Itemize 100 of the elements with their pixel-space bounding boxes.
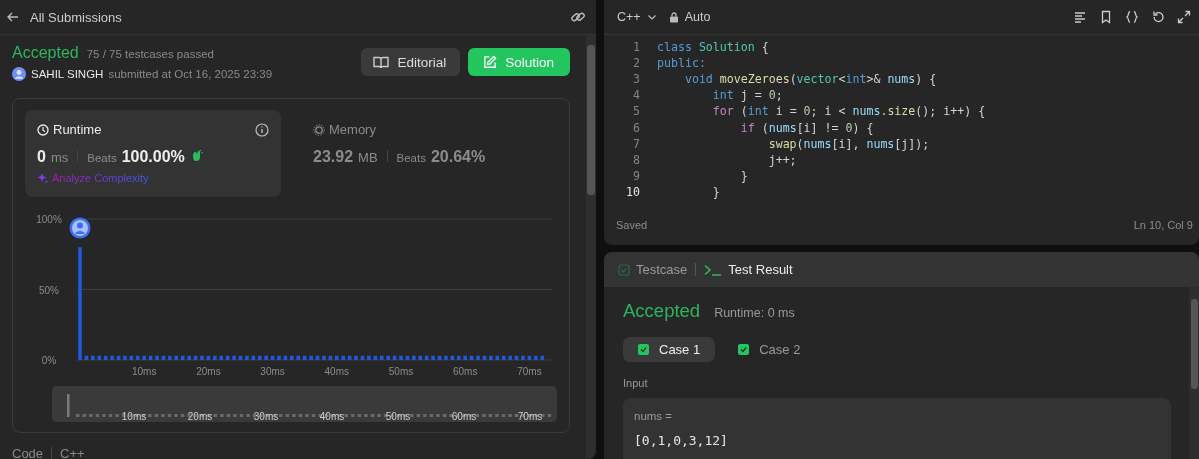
clock-icon <box>37 123 49 136</box>
histogram-bar <box>309 355 313 360</box>
runtime-text: Runtime: 0 ms <box>714 306 795 320</box>
status-text: Accepted <box>12 44 79 62</box>
bookmark-icon[interactable] <box>1099 10 1113 24</box>
scrollbar[interactable] <box>1189 287 1199 459</box>
stat-card[interactable]: Runtime 0 ms Beats 100.00% Analyze Complexity <box>25 110 281 197</box>
status-text: Accepted <box>623 300 701 322</box>
panel-tab[interactable]: Testcase <box>618 262 688 277</box>
histogram-bar <box>116 355 121 360</box>
histogram-bar <box>91 355 95 360</box>
histogram-bar <box>142 355 146 360</box>
histogram-bar <box>148 355 153 360</box>
code-line: swap(nums[i], nums[j]); <box>767 136 930 151</box>
stat-value: 0 <box>37 148 46 166</box>
histogram-bar <box>232 355 236 360</box>
line-number: 1 <box>632 40 640 55</box>
axis-label: 60ms <box>452 366 478 377</box>
axis-label: 100% <box>36 214 62 225</box>
histogram-bar <box>457 355 461 360</box>
axis-label: 50ms <box>388 366 414 377</box>
line-number: 2 <box>632 56 640 71</box>
histogram-bar <box>193 355 198 360</box>
book-icon <box>373 54 390 70</box>
axis-label: 40ms <box>324 366 350 377</box>
histogram-bar <box>264 355 268 360</box>
code-line: if (nums[i] != 0) { <box>739 120 874 135</box>
back-arrow-icon[interactable] <box>6 10 20 24</box>
stat-value: 23.92 <box>313 148 354 166</box>
histogram-bar <box>354 355 358 360</box>
histogram-bar <box>123 355 127 360</box>
beats-percent: 100.00% <box>121 148 185 166</box>
range-selector[interactable]: 10ms 20ms 30ms 40ms 50ms 60ms 70ms <box>52 386 557 422</box>
line-number: 5 <box>632 104 640 119</box>
histogram-bar <box>469 355 474 360</box>
sparkle-icon <box>37 172 49 184</box>
editorial-button[interactable]: Editorial <box>361 48 461 76</box>
histogram-bar <box>84 355 89 360</box>
code-line: } <box>739 168 748 183</box>
histogram-bar <box>444 355 448 360</box>
case-tab[interactable]: Case 2 <box>723 337 816 362</box>
histogram-bar <box>367 355 371 360</box>
histogram-bar <box>270 355 275 360</box>
edit-icon <box>482 54 498 70</box>
back-link[interactable]: All Submissions <box>30 9 122 25</box>
histogram-bar <box>155 355 159 360</box>
checkbox-icon <box>638 344 649 355</box>
range-label: 70ms <box>517 411 543 422</box>
scrollbar[interactable] <box>586 35 596 459</box>
line-number: 7 <box>632 136 640 151</box>
histogram-bar <box>476 355 480 360</box>
range-label: 20ms <box>187 411 213 422</box>
histogram-bar <box>110 355 114 360</box>
axis-label: 10ms <box>131 366 157 377</box>
histogram-bar <box>405 355 410 360</box>
axis-label: 70ms <box>517 366 542 377</box>
histogram-bar <box>322 355 326 360</box>
mode-label[interactable]: Auto <box>684 10 711 24</box>
histogram-bar <box>187 355 191 360</box>
undo-icon[interactable] <box>1151 10 1165 24</box>
histogram-bar <box>463 355 467 360</box>
histogram-bar <box>527 355 532 360</box>
histogram-bar <box>399 355 403 360</box>
histogram-bar <box>200 355 204 360</box>
avatar-icon <box>12 67 26 81</box>
range-label: 10ms <box>121 411 147 422</box>
histogram-bar <box>168 355 172 360</box>
braces-icon[interactable] <box>1125 10 1139 24</box>
format-icon[interactable] <box>1073 10 1087 24</box>
line-number: 10 <box>625 184 640 199</box>
language-label: C++ <box>60 446 85 459</box>
line-number: 9 <box>632 168 640 183</box>
stat-card[interactable]: Memory 23.92 MB Beats 20.64% <box>301 110 557 197</box>
range-label: 40ms <box>319 411 345 422</box>
histogram-bar <box>335 355 339 360</box>
histogram-bar <box>534 355 538 360</box>
chevron-down-icon[interactable] <box>646 12 657 22</box>
stat-unit: MB <box>358 150 378 165</box>
code-editor[interactable]: 1 class Solution { 2 public: 3 void moveZeroes(vector<int>& nums) { 4 int j = 0; 5 for (int i = 0; i < nums.size(); i++) { 6 if (nums[i] != 0) { 7 swap(nums[i], nums[j]); 8 j++; 9 } 10 } <box>604 35 1199 211</box>
histogram-bar <box>213 355 217 360</box>
avatar-icon <box>69 217 91 239</box>
checkbox-icon <box>618 263 630 276</box>
language-selector[interactable]: C++ <box>617 10 641 24</box>
code-line: } <box>711 184 720 199</box>
histogram-bar <box>129 355 134 360</box>
expand-icon[interactable] <box>1177 10 1191 24</box>
author-name[interactable]: SAHIL SINGH <box>31 68 104 80</box>
cursor-position: Ln 10, Col 9 <box>1133 219 1193 231</box>
save-status: Saved <box>616 219 648 231</box>
histogram-bar <box>482 355 487 360</box>
histogram-bar <box>290 355 294 360</box>
terminal-icon <box>704 263 723 276</box>
code-line: public: <box>657 56 706 71</box>
variable-value: [0,1,0,3,12] <box>634 433 729 448</box>
case-tab[interactable]: Case 1 <box>623 337 716 362</box>
panel-tab[interactable]: Test Result <box>704 262 793 277</box>
chip-icon <box>313 123 325 136</box>
histogram-bar <box>521 355 525 360</box>
histogram-bar <box>245 355 249 360</box>
info-icon[interactable] <box>255 122 269 137</box>
